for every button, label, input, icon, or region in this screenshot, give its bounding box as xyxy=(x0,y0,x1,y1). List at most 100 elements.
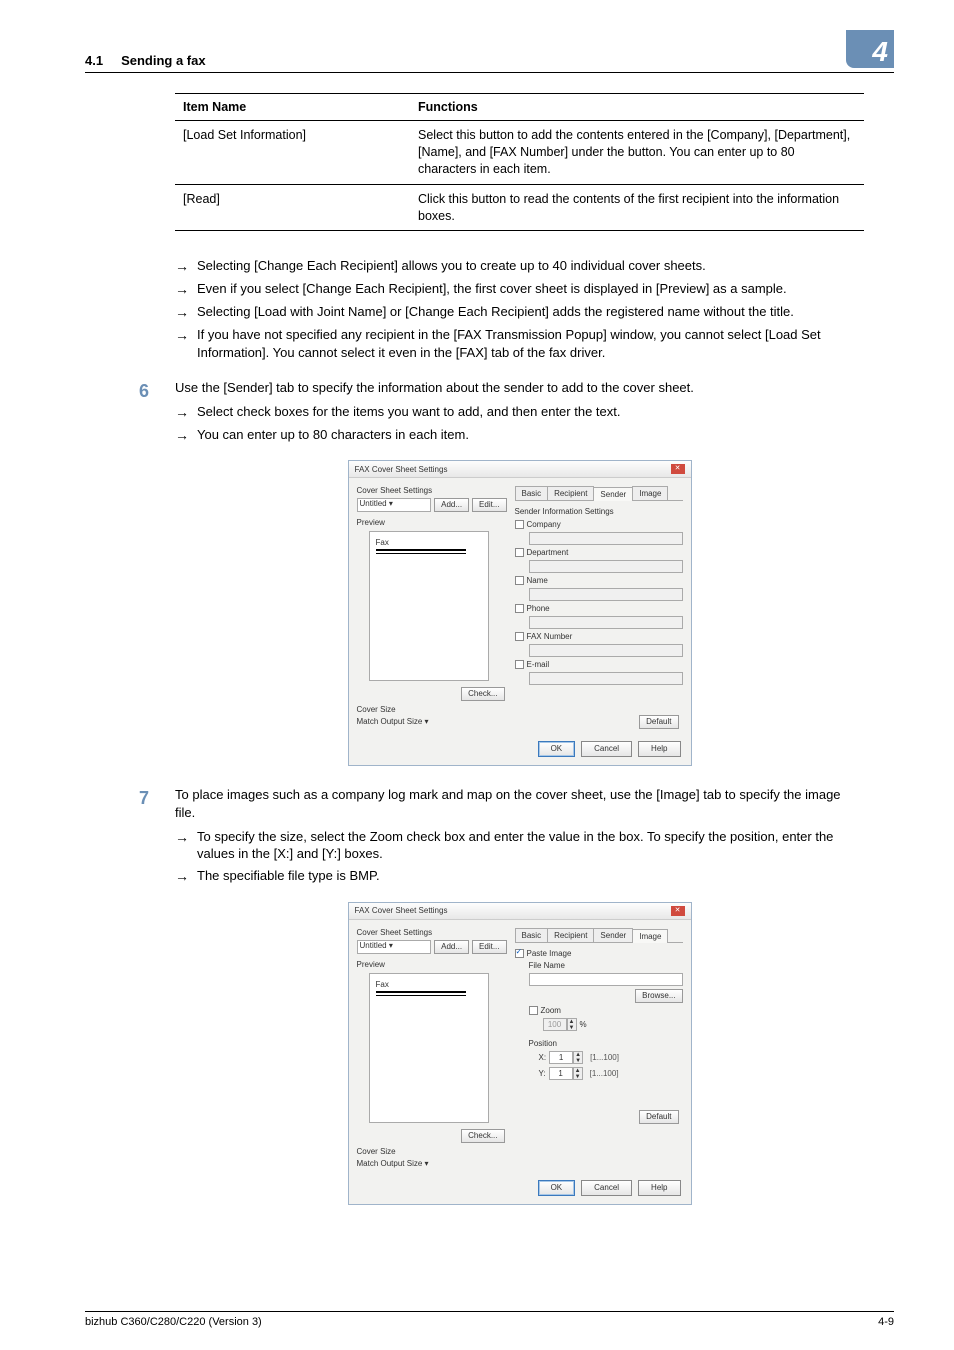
department-checkbox[interactable] xyxy=(515,548,524,557)
cover-sheet-settings-label: Cover Sheet Settings xyxy=(357,486,507,495)
phone-checkbox[interactable] xyxy=(515,604,524,613)
step-text: To place images such as a company log ma… xyxy=(175,786,864,821)
close-icon[interactable]: ✕ xyxy=(671,464,685,474)
name-checkbox[interactable] xyxy=(515,576,524,585)
tab-basic[interactable]: Basic xyxy=(515,486,549,500)
cancel-button[interactable]: Cancel xyxy=(581,1180,632,1196)
name-label: Name xyxy=(527,576,548,585)
y-label: Y: xyxy=(539,1069,546,1078)
company-label: Company xyxy=(527,520,561,529)
fax-cover-sheet-dialog-image: FAX Cover Sheet Settings ✕ Cover Sheet S… xyxy=(348,902,692,1205)
table-row: [Load Set Information] Select this butto… xyxy=(175,121,864,185)
position-label: Position xyxy=(529,1039,683,1048)
default-button[interactable]: Default xyxy=(639,715,678,729)
tab-sender[interactable]: Sender xyxy=(593,487,633,501)
arrow-icon: → xyxy=(175,403,197,422)
edit-button[interactable]: Edit... xyxy=(472,940,506,954)
phone-label: Phone xyxy=(527,604,550,613)
arrow-icon: → xyxy=(175,326,197,361)
dialog-tabs: Basic Recipient Sender Image xyxy=(515,928,683,943)
zoom-checkbox[interactable] xyxy=(529,1006,538,1015)
arrow-icon: → xyxy=(175,280,197,299)
paste-image-checkbox[interactable] xyxy=(515,949,524,958)
page-header: 4.1Sending a fax xyxy=(85,53,206,68)
arrow-icon: → xyxy=(175,426,197,445)
name-input[interactable] xyxy=(529,588,683,601)
cancel-button[interactable]: Cancel xyxy=(581,741,632,757)
browse-button[interactable]: Browse... xyxy=(635,989,682,1003)
note-text: If you have not specified any recipient … xyxy=(197,326,864,361)
tab-basic[interactable]: Basic xyxy=(515,928,549,942)
add-button[interactable]: Add... xyxy=(434,940,469,954)
preview-pane: Fax xyxy=(369,973,489,1123)
arrow-icon: → xyxy=(175,867,197,886)
file-name-input[interactable] xyxy=(529,973,683,986)
email-input[interactable] xyxy=(529,672,683,685)
department-input[interactable] xyxy=(529,560,683,573)
note-text: Selecting [Change Each Recipient] allows… xyxy=(197,257,864,276)
x-range: [1...100] xyxy=(590,1053,619,1062)
edit-button[interactable]: Edit... xyxy=(472,498,506,512)
x-label: X: xyxy=(539,1053,547,1062)
arrow-icon: → xyxy=(175,257,197,276)
note-text: Selecting [Load with Joint Name] or [Cha… xyxy=(197,303,864,322)
paste-image-label: Paste Image xyxy=(527,949,572,958)
step-text: Use the [Sender] tab to specify the info… xyxy=(175,379,864,397)
tab-recipient[interactable]: Recipient xyxy=(547,486,594,500)
y-stepper[interactable]: 1▲▼ xyxy=(549,1067,583,1080)
arrow-icon: → xyxy=(175,828,197,863)
step-6: 6 Use the [Sender] tab to specify the in… xyxy=(175,379,864,452)
arrow-icon: → xyxy=(175,303,197,322)
ok-button[interactable]: OK xyxy=(538,1180,576,1196)
preview-fax-label: Fax xyxy=(376,538,466,551)
zoom-unit: % xyxy=(580,1020,587,1029)
company-input[interactable] xyxy=(529,532,683,545)
fax-cover-sheet-dialog-sender: FAX Cover Sheet Settings ✕ Cover Sheet S… xyxy=(348,460,692,766)
col-header-functions: Functions xyxy=(410,94,864,121)
ok-button[interactable]: OK xyxy=(538,741,576,757)
notes-after-table: →Selecting [Change Each Recipient] allow… xyxy=(175,257,864,361)
dialog-tabs: Basic Recipient Sender Image xyxy=(515,486,683,501)
preview-fax-label: Fax xyxy=(376,980,466,993)
x-stepper[interactable]: 1▲▼ xyxy=(549,1051,583,1064)
fax-checkbox[interactable] xyxy=(515,632,524,641)
item-desc: Click this button to read the contents o… xyxy=(410,184,864,231)
tab-recipient[interactable]: Recipient xyxy=(547,928,594,942)
item-name: [Load Set Information] xyxy=(175,121,410,185)
cover-size-select[interactable]: Match Output Size ▾ xyxy=(357,1159,457,1168)
phone-input[interactable] xyxy=(529,616,683,629)
company-checkbox[interactable] xyxy=(515,520,524,529)
fax-input[interactable] xyxy=(529,644,683,657)
zoom-label: Zoom xyxy=(541,1006,561,1015)
default-button[interactable]: Default xyxy=(639,1110,678,1124)
step-number: 6 xyxy=(139,379,175,452)
step-7: 7 To place images such as a company log … xyxy=(175,786,864,893)
cover-sheet-select[interactable]: Untitled ▾ xyxy=(357,498,432,512)
note-text: Even if you select [Change Each Recipien… xyxy=(197,280,864,299)
tab-image[interactable]: Image xyxy=(632,486,668,500)
page-footer: bizhub C360/C280/C220 (Version 3) 4-9 xyxy=(85,1311,894,1328)
file-name-label: File Name xyxy=(529,961,683,970)
cover-sheet-select[interactable]: Untitled ▾ xyxy=(357,940,432,954)
tab-sender[interactable]: Sender xyxy=(593,928,633,942)
tab-image[interactable]: Image xyxy=(632,929,668,943)
cover-size-select[interactable]: Match Output Size ▾ xyxy=(357,717,457,726)
preview-pane: Fax xyxy=(369,531,489,681)
item-name: [Read] xyxy=(175,184,410,231)
cover-sheet-settings-label: Cover Sheet Settings xyxy=(357,928,507,937)
zoom-stepper[interactable]: 100▲▼ xyxy=(543,1018,577,1031)
dialog-title: FAX Cover Sheet Settings xyxy=(355,906,448,915)
dialog-title: FAX Cover Sheet Settings xyxy=(355,465,448,474)
close-icon[interactable]: ✕ xyxy=(671,906,685,916)
col-header-item: Item Name xyxy=(175,94,410,121)
check-button[interactable]: Check... xyxy=(461,687,504,701)
help-button[interactable]: Help xyxy=(638,741,680,757)
sub-text: Select check boxes for the items you wan… xyxy=(197,403,620,422)
cover-size-label: Cover Size xyxy=(357,1147,507,1156)
email-checkbox[interactable] xyxy=(515,660,524,669)
add-button[interactable]: Add... xyxy=(434,498,469,512)
check-button[interactable]: Check... xyxy=(461,1129,504,1143)
help-button[interactable]: Help xyxy=(638,1180,680,1196)
footer-right: 4-9 xyxy=(878,1316,894,1328)
section-title: Sending a fax xyxy=(121,53,206,68)
